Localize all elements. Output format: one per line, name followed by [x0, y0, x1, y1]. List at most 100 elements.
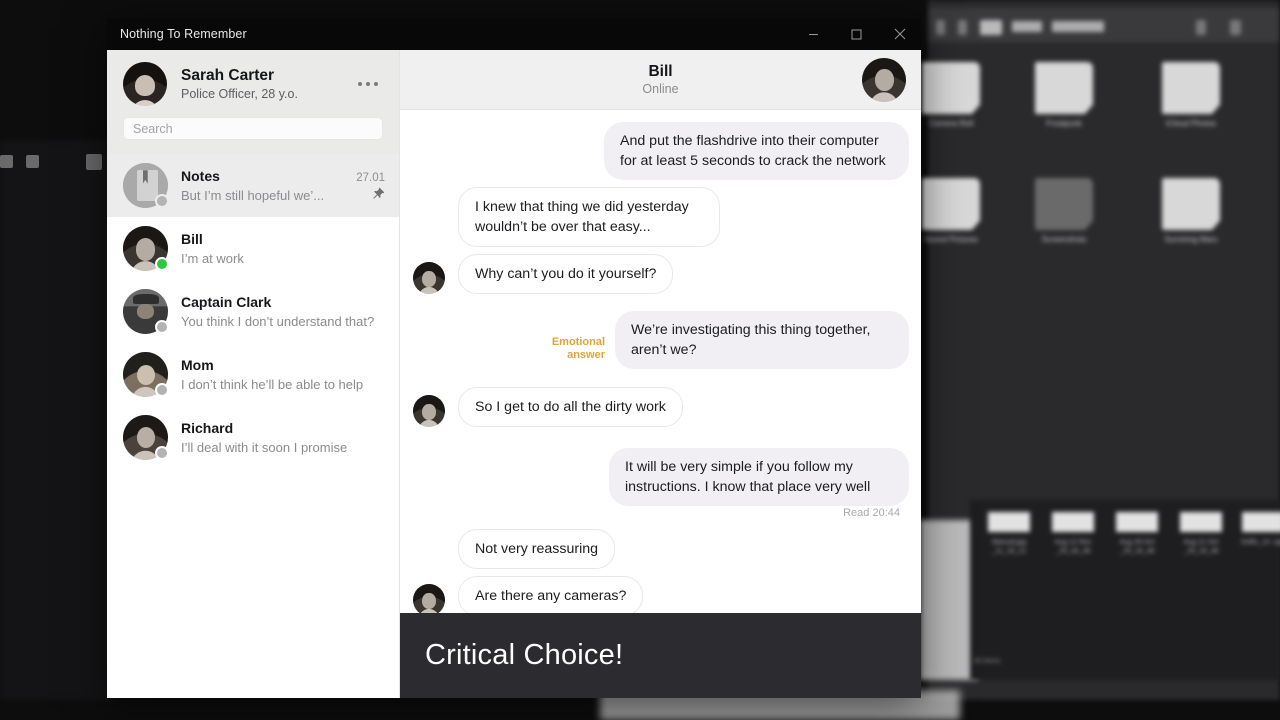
message-bubble[interactable]: I knew that thing we did yesterday would…: [458, 187, 720, 247]
chat-item-preview: You think I don’t understand that?: [181, 314, 375, 329]
avatar-sarah-carter[interactable]: [123, 62, 167, 106]
background-thumbnail-label: Aug 28 Oct _25_16_46: [1119, 539, 1155, 555]
profile-text: Sarah Carter Police Officer, 28 y.o.: [181, 66, 353, 103]
emotional-answer-tag: Emotional answer: [551, 336, 605, 361]
background-left-icon-strip: [0, 150, 110, 178]
chat-list[interactable]: Notes 27.01 But I’m still hopeful we’...: [107, 154, 399, 698]
presence-indicator-online: [155, 257, 169, 271]
background-chevron-down-icon: [1196, 20, 1206, 35]
message-row-incoming: So I get to do all the dirty work: [412, 387, 909, 427]
chat-item-main: Captain Clark You think I don’t understa…: [181, 293, 385, 330]
read-receipt: Read 20:44: [843, 507, 900, 519]
chat-header-center: Bill Online: [400, 62, 921, 97]
critical-choice-banner: Critical Choice!: [400, 613, 921, 698]
chat-list-item-bill[interactable]: Bill I’m at work: [107, 217, 399, 280]
background-nav-up-icon: [958, 20, 967, 35]
message-bubble[interactable]: We’re investigating this thing together,…: [615, 311, 909, 369]
maximize-button[interactable]: [835, 18, 878, 50]
chat-item-top: Notes 27.01: [181, 167, 385, 185]
dot: [366, 82, 370, 86]
message-bubble[interactable]: Why can’t you do it yourself?: [458, 254, 674, 294]
background-thumbnail-label: Manual.jpg _11_16_21: [991, 539, 1027, 555]
background-thumbnail: [1180, 512, 1222, 532]
background-thumbnail-label: Aug 12 Nov _25_44_46: [1054, 539, 1092, 555]
avatar-wrap: [123, 415, 169, 460]
minimize-button[interactable]: [792, 18, 835, 50]
avatar-image: [862, 57, 906, 102]
folder-icon: [922, 178, 980, 230]
avatar-wrap: [123, 352, 169, 397]
chat-header-avatar[interactable]: [862, 57, 906, 102]
background-folder-item: iCloud Photos: [1160, 62, 1222, 128]
chat-item-time: 27.01: [356, 171, 385, 184]
chat-item-main: Bill I’m at work: [181, 230, 385, 267]
avatar-bill: [413, 584, 445, 613]
background-folder-item: Camera Roll: [920, 62, 982, 128]
title-bar[interactable]: Nothing To Remember: [107, 18, 921, 50]
chat-list-item-mom[interactable]: Mom I don’t think he’ll be able to help: [107, 343, 399, 406]
message-list[interactable]: And put the flashdrive into their comput…: [400, 110, 921, 613]
background-nav-back-icon: [936, 20, 945, 35]
more-options-icon[interactable]: [353, 82, 383, 86]
app-window: Nothing To Remember Sarah Carter Police …: [107, 18, 921, 698]
background-thumbnail: [1242, 512, 1280, 532]
folder-icon: [1035, 62, 1093, 114]
background-folder-label: Screenshots: [1041, 235, 1087, 244]
background-folder-item: Screenshots: [1033, 178, 1095, 244]
chat-list-item-richard[interactable]: Richard I’ll deal with it soon I promise: [107, 406, 399, 469]
background-thumbnail: [988, 512, 1030, 532]
chat-header-name: Bill: [648, 63, 673, 80]
background-folder-label: Saved Pictures: [924, 235, 978, 244]
avatar-slot: [412, 584, 458, 613]
dot: [374, 82, 378, 86]
chat-item-main: Mom I don’t think he’ll be able to help: [181, 356, 385, 393]
chat-item-top: Bill: [181, 230, 385, 248]
background-folder-label: Surviving Mars: [1164, 235, 1218, 244]
chat-item-name: Notes: [181, 167, 220, 184]
background-icon: [86, 154, 102, 170]
message-bubble[interactable]: And put the flashdrive into their comput…: [604, 122, 909, 180]
background-folder-item: Surviving Mars: [1160, 178, 1222, 244]
message-bubble[interactable]: It will be very simple if you follow my …: [609, 448, 909, 506]
search-input[interactable]: [123, 117, 383, 140]
chat-list-item-notes[interactable]: Notes 27.01 But I’m still hopeful we’...: [107, 154, 399, 217]
presence-indicator: [155, 446, 169, 460]
background-thumbnail: [1116, 512, 1158, 532]
chat-item-preview: I’ll deal with it soon I promise: [181, 440, 348, 455]
chat-item-bottom: But I’m still hopeful we’...: [181, 187, 385, 205]
chat-item-name: Richard: [181, 420, 234, 436]
message-bubble[interactable]: Not very reassuring: [458, 529, 616, 569]
avatar-bill: [413, 395, 445, 427]
avatar-image: [413, 584, 445, 613]
avatar-bill: [413, 262, 445, 294]
background-thumbnail-label: hotfix_14 .vgd: [1241, 539, 1280, 546]
background-status-label: 30 items: [974, 658, 1001, 665]
folder-icon: [1162, 62, 1220, 114]
dot: [358, 82, 362, 86]
folder-icon: [1162, 178, 1220, 230]
chat-item-top: Richard: [181, 419, 385, 437]
background-icon: [26, 155, 39, 168]
profile-block: Sarah Carter Police Officer, 28 y.o.: [107, 50, 399, 154]
chat-list-item-captain-clark[interactable]: Captain Clark You think I don’t understa…: [107, 280, 399, 343]
chat-item-bottom: I’m at work: [181, 250, 385, 267]
message-row-incoming: Not very reassuring: [412, 529, 909, 569]
chat-item-top: Captain Clark: [181, 293, 385, 311]
chat-header: Bill Online: [400, 50, 921, 110]
avatar-image: [123, 62, 167, 106]
folder-icon: [1035, 178, 1093, 230]
avatar-slot: [412, 395, 458, 427]
background-folder-label: Camera Roll: [928, 119, 974, 128]
close-button[interactable]: [878, 18, 921, 50]
background-folder-label: Frostpunk: [1046, 119, 1082, 128]
presence-indicator: [155, 194, 169, 208]
profile-row[interactable]: Sarah Carter Police Officer, 28 y.o.: [123, 62, 383, 106]
app-body: Sarah Carter Police Officer, 28 y.o. Sea…: [107, 50, 921, 698]
message-bubble[interactable]: Are there any cameras?: [458, 576, 644, 613]
chat-item-preview: I’m at work: [181, 251, 244, 266]
message-row-incoming: Why can’t you do it yourself?: [412, 254, 909, 294]
message-bubble[interactable]: So I get to do all the dirty work: [458, 387, 683, 427]
window-title: Nothing To Remember: [120, 27, 247, 41]
chat-header-status: Online: [642, 82, 679, 96]
chat-item-preview: I don’t think he’ll be able to help: [181, 377, 364, 392]
